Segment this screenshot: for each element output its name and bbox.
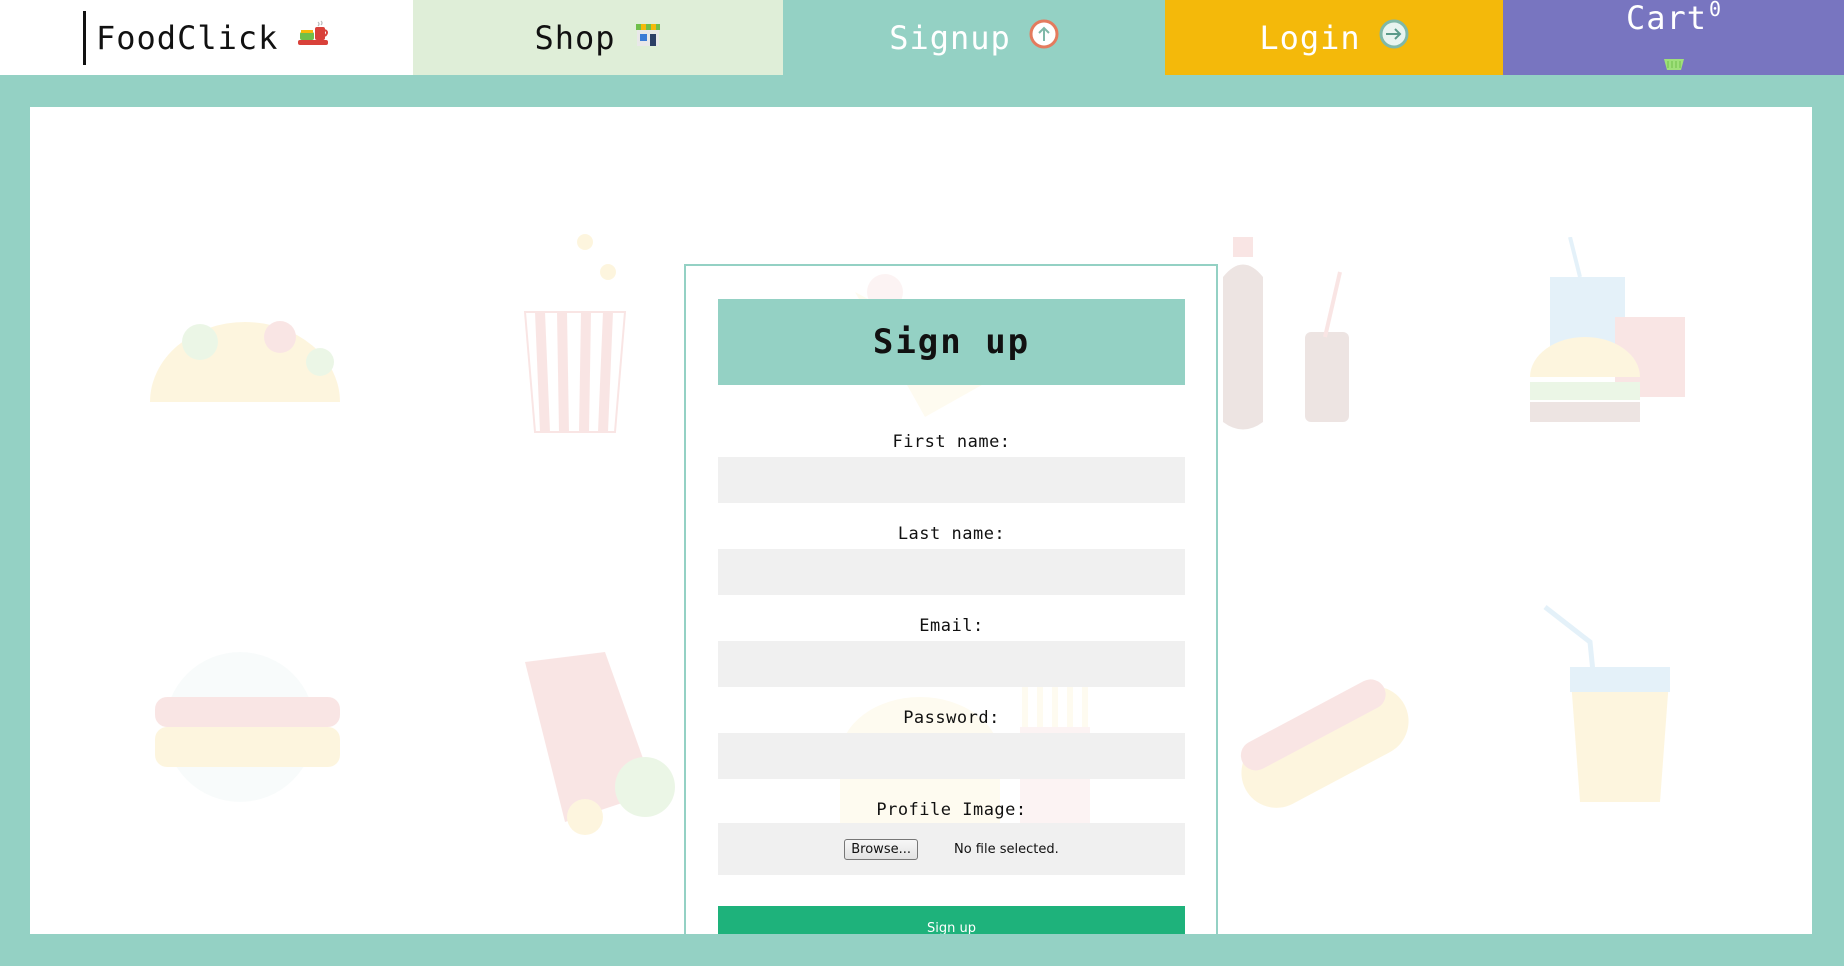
last-name-label: Last name: bbox=[897, 524, 1006, 544]
first-name-label: First name: bbox=[892, 432, 1011, 452]
top-nav: FoodClick Shop Signup Login Cart 0 bbox=[0, 0, 1844, 75]
soda-bottle-icon bbox=[1223, 237, 1349, 430]
file-status-text: No file selected. bbox=[953, 841, 1059, 857]
nav-signup-label: Signup bbox=[889, 18, 1011, 57]
brand-link[interactable]: FoodClick bbox=[0, 0, 413, 75]
main-panel: Sign up First name: Last name: Email: Pa… bbox=[30, 107, 1812, 934]
brand-bar bbox=[83, 10, 86, 65]
nav-login-label: Login bbox=[1259, 18, 1361, 57]
storefront-icon bbox=[634, 20, 662, 48]
email-label: Email: bbox=[919, 616, 984, 636]
nav-signup[interactable]: Signup bbox=[783, 0, 1165, 75]
email-field[interactable] bbox=[718, 641, 1185, 687]
first-name-field[interactable] bbox=[718, 457, 1185, 503]
signup-submit-button[interactable]: Sign up bbox=[718, 906, 1185, 934]
cart-row: Cart 0 bbox=[1626, 0, 1721, 37]
burger-combo-icon bbox=[1530, 237, 1685, 422]
food-tray-icon bbox=[296, 20, 330, 48]
nav-shop-label: Shop bbox=[534, 18, 616, 57]
basket-icon bbox=[1662, 41, 1686, 79]
password-field[interactable] bbox=[718, 733, 1185, 779]
cart-count-badge: 0 bbox=[1709, 0, 1722, 21]
signup-title: Sign up bbox=[718, 299, 1185, 385]
taco-icon bbox=[150, 321, 340, 402]
brand-label: FoodClick bbox=[96, 18, 279, 57]
nav-cart-label: Cart bbox=[1625, 0, 1707, 37]
signup-card: Sign up First name: Last name: Email: Pa… bbox=[684, 264, 1218, 934]
nav-shop[interactable]: Shop bbox=[413, 0, 783, 75]
popcorn-icon bbox=[523, 234, 627, 433]
last-name-field[interactable] bbox=[718, 549, 1185, 595]
hotdog-icon bbox=[1240, 679, 1409, 808]
nav-cart[interactable]: Cart 0 bbox=[1503, 0, 1844, 75]
browse-button[interactable]: Browse... bbox=[844, 838, 918, 860]
burrito-icon bbox=[525, 652, 675, 835]
juice-glass-icon bbox=[1543, 605, 1670, 802]
password-label: Password: bbox=[903, 708, 1000, 728]
nav-login[interactable]: Login bbox=[1165, 0, 1503, 75]
profile-image-label: Profile Image: bbox=[876, 800, 1027, 820]
upload-arrow-icon bbox=[1029, 19, 1059, 49]
sandwich-icon bbox=[155, 652, 340, 802]
login-arrow-icon bbox=[1379, 19, 1409, 49]
profile-image-picker: Browse... No file selected. bbox=[718, 823, 1185, 875]
